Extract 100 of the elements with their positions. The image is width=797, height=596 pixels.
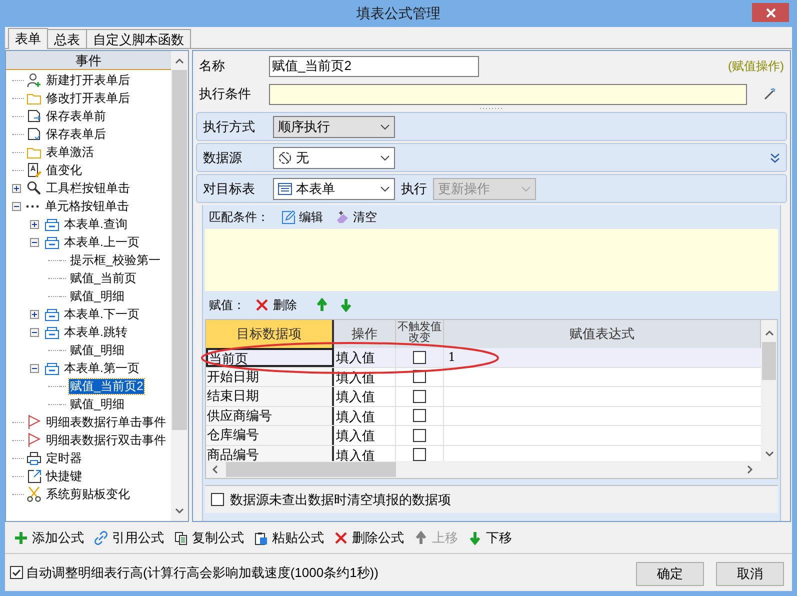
close-icon	[334, 530, 348, 544]
paste-formula-button[interactable]: 粘贴公式	[254, 528, 324, 548]
expand-icon[interactable]	[30, 220, 39, 228]
tree-item[interactable]: 系统剪贴板变化	[45, 486, 131, 502]
checkbox[interactable]	[413, 350, 426, 364]
tree-item[interactable]: 工具栏按钮单击	[45, 180, 131, 196]
tree-item[interactable]: 单元格按钮单击	[44, 198, 130, 214]
tree-item[interactable]: 赋值_明细	[69, 288, 126, 304]
table-cell[interactable]: 商品编号	[206, 446, 334, 461]
scrollbar-thumb[interactable]	[762, 342, 776, 380]
table-cell[interactable]: 仓库编号	[206, 426, 334, 444]
collapse-icon[interactable]	[12, 202, 21, 210]
arrow-down-icon	[468, 530, 482, 544]
arrow-up-icon	[315, 298, 329, 312]
tree-item[interactable]: 表单激活	[45, 144, 95, 160]
table-cell[interactable]: 填入值	[334, 406, 396, 425]
chevron-down-icon	[380, 124, 390, 130]
table-cell[interactable]: 填入值	[334, 387, 396, 406]
data-source-dropdown[interactable]: 无	[273, 146, 395, 168]
tree-item[interactable]: 赋值_当前页	[69, 270, 138, 286]
cancel-button[interactable]: 取消	[716, 562, 784, 586]
tree-item[interactable]: 修改打开表单后	[45, 90, 131, 106]
column-header[interactable]: 目标数据项	[206, 320, 334, 348]
move-up-button[interactable]	[315, 298, 329, 312]
ok-button[interactable]: 确定	[636, 562, 704, 586]
add-formula-button[interactable]: 添加公式	[14, 528, 84, 548]
tree-item[interactable]: 定时器	[45, 450, 83, 466]
tree-item[interactable]: 保存表单前	[45, 108, 107, 124]
tree-item[interactable]: 本表单.上一页	[63, 234, 140, 250]
field-label: 对目标表	[203, 180, 256, 198]
name-field[interactable]: 赋值_当前页2	[269, 56, 479, 76]
tree-item[interactable]: 本表单.下一页	[63, 306, 140, 322]
tray-icon	[44, 234, 60, 250]
checkbox[interactable]	[211, 493, 224, 506]
table-cell[interactable]: 1	[448, 350, 456, 364]
tree-item[interactable]: 赋值_明细	[69, 396, 126, 412]
tab[interactable]: 表单	[8, 28, 48, 49]
double-chevron-down-icon[interactable]	[770, 152, 780, 162]
scroll-right-icon[interactable]	[747, 465, 753, 474]
close-icon	[255, 298, 269, 312]
tree-item[interactable]: 快捷键	[45, 468, 83, 484]
splitter-grip-icon[interactable]	[478, 107, 504, 110]
tree-item[interactable]: 新建打开表单后	[45, 72, 131, 88]
link-formula-button[interactable]: 引用公式	[94, 528, 164, 548]
tab[interactable]: 自定义脚本函数	[86, 29, 191, 48]
tree-item[interactable]: 值变化	[45, 162, 83, 178]
edit-button[interactable]: 编辑	[281, 208, 323, 226]
expand-icon[interactable]	[30, 310, 39, 318]
condition-field[interactable]	[269, 84, 747, 104]
checkbox[interactable]	[413, 448, 426, 461]
vertical-scrollbar[interactable]	[171, 51, 188, 521]
tree-item[interactable]: 提示框_校验第一	[69, 252, 162, 268]
tree-item[interactable]: 本表单.第一页	[63, 360, 140, 376]
delete-formula-button[interactable]: 删除公式	[334, 528, 404, 548]
table-cell[interactable]: 填入值	[334, 426, 396, 444]
collapse-icon[interactable]	[30, 328, 39, 336]
scroll-down-icon[interactable]	[175, 508, 184, 514]
tree-item[interactable]: 赋值_明细	[69, 342, 126, 358]
scroll-up-icon[interactable]	[764, 330, 774, 336]
checkmark-icon	[12, 568, 21, 577]
tree-item[interactable]: 本表单.查询	[63, 216, 128, 232]
scroll-up-icon[interactable]	[175, 58, 184, 64]
chevron-down-icon	[380, 186, 390, 192]
checkbox[interactable]	[413, 390, 426, 403]
external-link-icon	[26, 468, 42, 484]
scroll-down-icon[interactable]	[764, 451, 774, 457]
close-button[interactable]	[752, 3, 789, 22]
checkbox[interactable]	[413, 428, 426, 442]
collapse-icon[interactable]	[30, 238, 39, 246]
execution-mode-dropdown[interactable]: 顺序执行	[273, 116, 395, 138]
checkbox[interactable]	[413, 409, 426, 422]
tree-item[interactable]: 明细表数据行双击事件	[45, 432, 167, 448]
scroll-left-icon[interactable]	[212, 465, 218, 474]
checkbox[interactable]	[10, 566, 23, 579]
collapse-icon[interactable]	[30, 364, 39, 372]
clear-button[interactable]: 清空	[335, 208, 377, 226]
close-icon	[766, 8, 776, 18]
expression-builder-button[interactable]	[762, 86, 778, 102]
target-table-dropdown[interactable]: 本表单	[273, 178, 395, 200]
field-label: 名称	[199, 57, 226, 76]
scrollbar-thumb[interactable]	[226, 462, 396, 477]
down-formula-button[interactable]: 下移	[468, 528, 512, 548]
scrollbar-thumb[interactable]	[172, 70, 187, 430]
chevron-down-icon	[521, 186, 531, 192]
move-down-button[interactable]	[339, 298, 353, 312]
tree-item[interactable]: 本表单.跳转	[63, 324, 128, 340]
table-cell[interactable]: 供应商编号	[206, 406, 334, 425]
horizontal-scrollbar[interactable]	[206, 461, 777, 478]
ellipsis-icon	[26, 204, 39, 208]
tree-item[interactable]: 保存表单后	[45, 126, 107, 142]
table-cell[interactable]: 填入值	[334, 348, 396, 366]
save-arrow-icon	[26, 108, 42, 124]
table-cell[interactable]: 结束日期	[206, 387, 334, 406]
delete-button[interactable]: 删除	[255, 296, 297, 314]
tab[interactable]: 总表	[47, 29, 87, 48]
tree-item[interactable]: 赋值_当前页2	[69, 378, 144, 394]
expand-icon[interactable]	[12, 184, 21, 192]
tree-item[interactable]: 明细表数据行单击事件	[45, 414, 167, 430]
copy-formula-button[interactable]: 复制公式	[174, 528, 244, 548]
vertical-scrollbar[interactable]	[761, 320, 777, 461]
